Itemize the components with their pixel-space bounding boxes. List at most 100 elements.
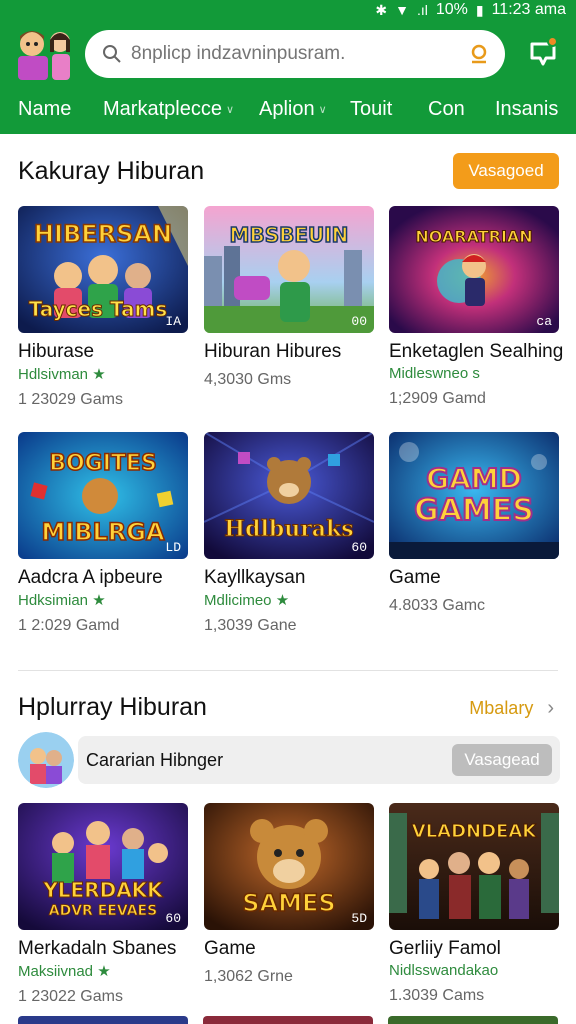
game-card[interactable]: SAMES 5D Game 1,3062 Grne xyxy=(204,803,374,986)
art-subtitle: ADVR EEVAES xyxy=(49,903,157,919)
game-thumbnail: VLADNDEAK xyxy=(389,803,559,930)
avatar xyxy=(18,732,74,788)
signal-icon: .ıl xyxy=(416,2,428,18)
card-title: Aadcra A ipbeure xyxy=(18,567,163,588)
battery-icon: ▮ xyxy=(475,2,484,18)
game-thumbnail: BOGITES MIBLRGA LD xyxy=(18,432,188,559)
app-header: ✱ ▼ .ıl 10% ▮ 11:23 ama 8nplicp indzavni… xyxy=(0,0,576,134)
chevron-down-icon: ∨ xyxy=(318,104,327,116)
more-link-label[interactable]: Mbalary xyxy=(469,698,533,719)
card-title: Gerliiy Famol xyxy=(389,938,501,959)
thumb-badge: 00 xyxy=(351,314,367,329)
card-count: 4.8033 Gamc xyxy=(389,597,486,614)
card-peek xyxy=(18,1016,188,1024)
game-card[interactable]: GAMD GAMES Game 4.8033 Gamc xyxy=(389,432,559,615)
card-count: 1 23029 Gams xyxy=(18,391,123,408)
clock: 11:23 ama xyxy=(491,1,566,18)
art-title: BOGITES xyxy=(49,451,157,476)
status-bar: ✱ ▼ .ıl 10% ▮ 11:23 ama xyxy=(375,0,566,20)
promo-banner[interactable]: Cararian Hibnger Vasagead xyxy=(18,732,560,788)
art-subtitle: MIBLRGA xyxy=(41,518,165,546)
card-title: Game xyxy=(204,938,256,959)
card-count: 1.3039 Cams xyxy=(389,987,485,1004)
card-title: Game xyxy=(389,567,441,588)
nav-item-name[interactable]: Name xyxy=(18,98,71,121)
thumb-badge: IA xyxy=(165,314,181,329)
art-title: VLADNDEAK xyxy=(412,821,538,842)
game-thumbnail: YLERDAKK ADVR EEVAES 60 xyxy=(18,803,188,930)
card-title: Enketaglen Sealhing xyxy=(389,341,564,362)
notification-icon[interactable] xyxy=(526,36,560,70)
view-all-button[interactable]: Vasagoed xyxy=(453,153,559,189)
card-title: Kayllkaysan xyxy=(204,567,306,588)
card-count: 1 23022 Gams xyxy=(18,988,123,1005)
star-icon: ★ xyxy=(92,366,106,383)
art-title: MBSBEUIN xyxy=(230,223,349,247)
nav-item-insanis[interactable]: Insanis xyxy=(495,98,558,121)
art-title: Hdlburaks xyxy=(224,516,353,542)
card-subtitle: Nidlsswandakao xyxy=(389,962,499,979)
thumb-badge: ca xyxy=(536,314,552,329)
star-icon: ★ xyxy=(92,592,106,609)
user-search-icon[interactable] xyxy=(467,42,491,66)
top-nav: Name Markatplecce ∨ Aplion ∨ Touit Con Ins… xyxy=(0,92,576,130)
thumb-badge: 60 xyxy=(351,540,367,555)
game-card[interactable]: NOARATRIAN ca Enketaglen Sealhing Midles… xyxy=(389,206,564,408)
card-count: 1,3062 Grne xyxy=(204,968,293,985)
search-input[interactable] xyxy=(131,43,467,65)
app-logo[interactable] xyxy=(14,26,78,84)
game-card[interactable]: BOGITES MIBLRGA LD Aadcra A ipbeure Hdks… xyxy=(18,432,188,635)
art-title: NOARATRIAN xyxy=(415,227,532,246)
bluetooth-icon: ✱ xyxy=(375,2,388,18)
card-title: Hiburan Hibures xyxy=(204,341,342,362)
game-thumbnail: Hdlburaks 60 xyxy=(204,432,374,559)
game-card[interactable]: Hdlburaks 60 Kayllkaysan Mdlicimeo ★ 1,3… xyxy=(204,432,374,635)
nav-item-aplion[interactable]: Aplion ∨ xyxy=(259,98,327,121)
card-subtitle: Midleswneo s xyxy=(389,365,480,382)
thumb-badge: 60 xyxy=(165,911,181,926)
game-card[interactable]: YLERDAKK ADVR EEVAES 60 Merkadaln Sbanes… xyxy=(18,803,188,1006)
more-link[interactable]: Mbalary › xyxy=(469,697,554,720)
card-count: 1 2:029 Gamd xyxy=(18,617,120,634)
art-subtitle: Tayces Tams xyxy=(29,297,168,321)
search-bar[interactable] xyxy=(85,30,505,78)
game-thumbnail: HIBERSAN Tayces Tams IA xyxy=(18,206,188,333)
game-card[interactable]: MBSBEUIN 00 Hiburan Hibures 4,3030 Gms xyxy=(204,206,374,389)
nav-item-touit[interactable]: Touit xyxy=(350,98,392,121)
card-count: 1;2909 Gamd xyxy=(389,390,486,407)
nav-item-con[interactable]: Con xyxy=(428,98,465,121)
game-thumbnail: NOARATRIAN ca xyxy=(389,206,559,333)
art-subtitle: GAMES xyxy=(414,493,534,528)
art-title: GAMD xyxy=(426,462,522,495)
art-title: YLERDAKK xyxy=(42,878,164,902)
art-title: SAMES xyxy=(242,889,335,917)
card-subtitle: Mdlicimeo ★ xyxy=(204,592,290,609)
banner-text-box: Cararian Hibnger Vasagead xyxy=(78,736,560,784)
game-card[interactable]: VLADNDEAK Gerliiy Famol Nidlsswandakao 1… xyxy=(389,803,559,1005)
star-icon: ★ xyxy=(97,963,111,980)
card-count: 4,3030 Gms xyxy=(204,371,292,388)
game-thumbnail: GAMD GAMES xyxy=(389,432,559,559)
search-icon xyxy=(103,45,121,63)
chevron-right-icon: › xyxy=(547,697,554,719)
nav-item-marketplace[interactable]: Markatplecce ∨ xyxy=(103,98,234,121)
banner-button[interactable]: Vasagead xyxy=(452,744,552,776)
wifi-icon: ▼ xyxy=(395,2,409,18)
card-subtitle: Maksiivnad ★ xyxy=(18,963,111,980)
section-divider xyxy=(18,670,558,671)
notification-dot xyxy=(547,36,558,47)
section-title: Hplurray Hiburan xyxy=(18,693,207,721)
game-card[interactable]: HIBERSAN Tayces Tams IA Hiburase Hdlsivm… xyxy=(18,206,188,409)
card-count: 1,3039 Gane xyxy=(204,617,297,634)
battery-percent: 10% xyxy=(435,1,468,18)
card-title: Merkadaln Sbanes xyxy=(18,938,177,959)
next-row-peek xyxy=(0,1016,576,1024)
thumb-badge: LD xyxy=(165,540,181,555)
card-subtitle: Hdksimian ★ xyxy=(18,592,106,609)
card-peek xyxy=(388,1016,558,1024)
section-title: Kakuray Hiburan xyxy=(18,157,205,185)
card-subtitle: Hdlsivman ★ xyxy=(18,366,106,383)
card-title: Hiburase xyxy=(18,341,95,362)
card-peek xyxy=(203,1016,373,1024)
game-thumbnail: MBSBEUIN 00 xyxy=(204,206,374,333)
